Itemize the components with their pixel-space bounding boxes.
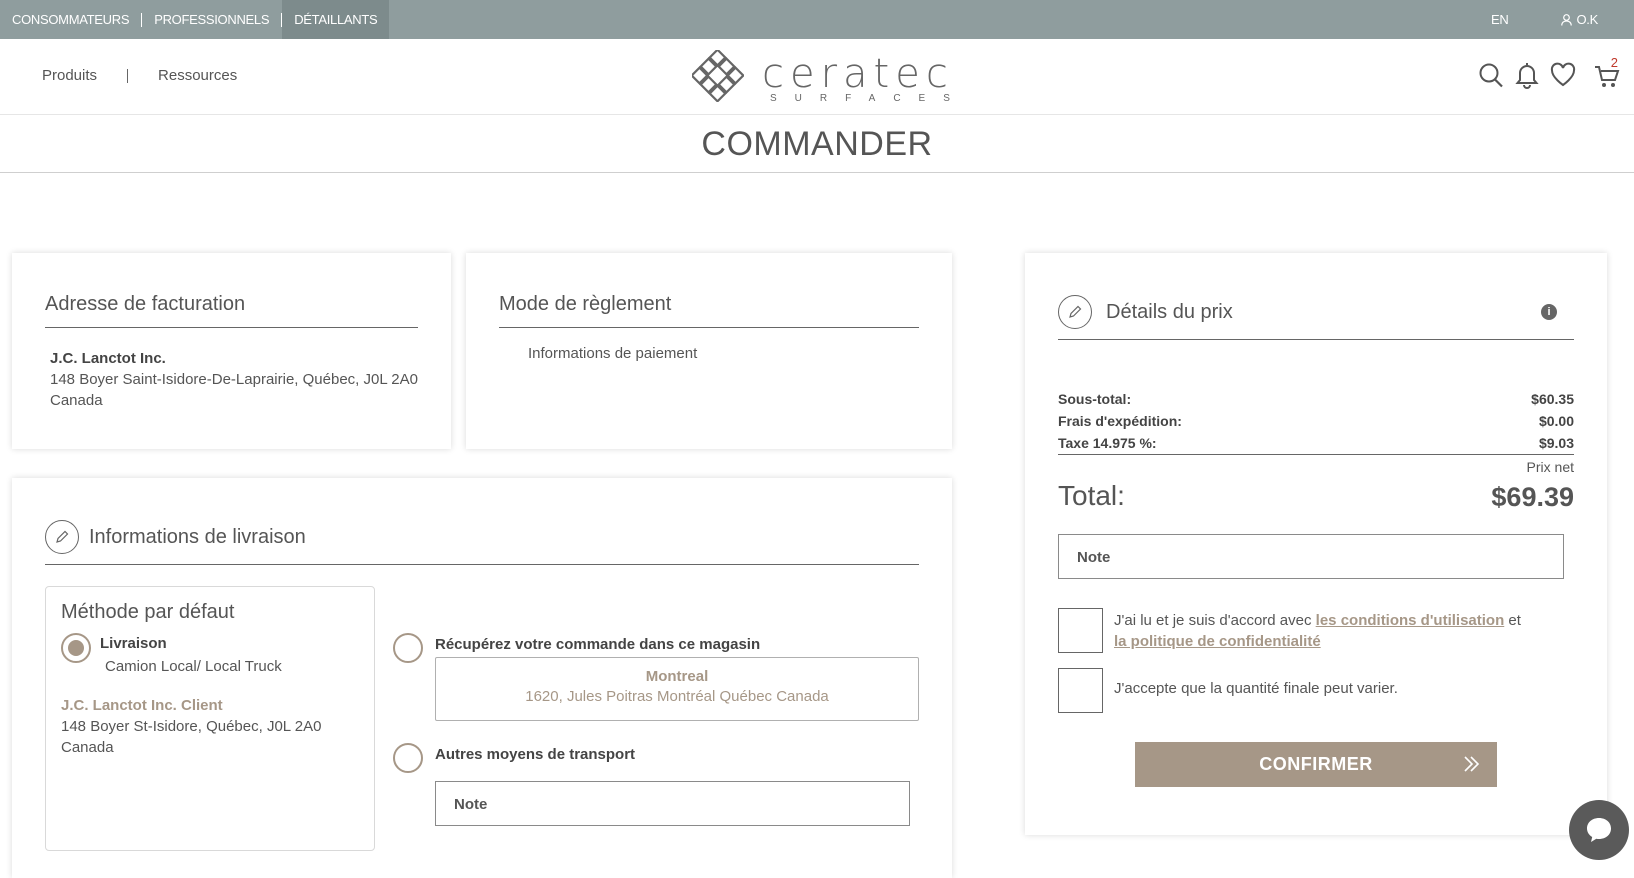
edit-shipping-button[interactable] [45, 520, 79, 554]
edit-price-button[interactable] [1058, 295, 1092, 329]
total-label: Total: [1058, 480, 1125, 511]
ceratec-logo[interactable]: ceratec SURFACES [692, 50, 952, 106]
price-row-shipping: Frais d'expédition: $0.00 [1058, 410, 1574, 432]
price-divider [1058, 339, 1574, 340]
cart-count-badge: 2 [1610, 55, 1618, 70]
logo-sub: SURFACES [770, 93, 968, 104]
confirm-button[interactable]: CONFIRMER [1135, 742, 1497, 787]
client-address: J.C. Lanctot Inc. Client 148 Boyer St-Is… [61, 695, 321, 758]
logo-word: ceratec [762, 51, 954, 97]
delivery-radio[interactable] [61, 633, 91, 663]
carrier-label: Camion Local/ Local Truck [105, 658, 282, 675]
page-title: COMMANDER [0, 115, 1634, 173]
shipping-divider [45, 564, 919, 565]
pickup-radio[interactable] [393, 633, 423, 663]
shipping-info-card: Informations de livraison Méthode par dé… [12, 478, 952, 878]
billing-name: J.C. Lanctot Inc. [50, 350, 166, 367]
double-chevron-right-icon [1464, 756, 1480, 772]
confirm-label: CONFIRMER [1259, 754, 1373, 774]
other-transport-label: Autres moyens de transport [435, 746, 636, 763]
chat-bubble-icon [1587, 818, 1611, 842]
pencil-icon [56, 530, 69, 543]
tab-consommateurs[interactable]: CONSOMMATEURS [0, 0, 141, 39]
terms-text: J'ai lu et je suis d'accord avec les con… [1114, 610, 1564, 652]
payment-divider [499, 327, 919, 328]
shipping-header: Informations de livraison [45, 520, 306, 554]
quantity-checkbox[interactable] [1058, 668, 1103, 713]
price-title: Détails du prix [1106, 300, 1233, 323]
main-nav: Produits Ressources [42, 67, 237, 84]
nav-produits[interactable]: Produits [42, 67, 97, 84]
price-row-value: $60.35 [1531, 391, 1574, 407]
default-method-box: Méthode par défaut Livraison Camion Loca… [45, 586, 375, 851]
other-transport-radio[interactable] [393, 743, 423, 773]
price-lines: Sous-total: $60.35 Frais d'expédition: $… [1058, 388, 1574, 455]
search-icon[interactable] [1478, 61, 1504, 89]
price-row-subtotal: Sous-total: $60.35 [1058, 388, 1574, 410]
shipping-note-input[interactable]: Note [435, 781, 910, 826]
price-row-label: Taxe 14.975 %: [1058, 435, 1157, 451]
nav-divider [127, 68, 129, 83]
logo-mark-icon [692, 50, 744, 102]
nav-ressources[interactable]: Ressources [158, 67, 237, 84]
terms-prefix: J'ai lu et je suis d'accord avec [1114, 612, 1316, 629]
payment-method-card: Mode de règlement Informations de paieme… [466, 253, 952, 449]
terms-link[interactable]: les conditions d'utilisation [1316, 612, 1505, 629]
quantity-text: J'accepte que la quantité finale peut va… [1114, 680, 1398, 697]
payment-title: Mode de règlement [499, 293, 672, 315]
default-method-title: Méthode par défaut [61, 601, 235, 623]
user-icon [1560, 13, 1572, 26]
language-switch[interactable]: EN [1491, 12, 1509, 27]
billing-address: J.C. Lanctot Inc. 148 Boyer Saint-Isidor… [50, 348, 418, 411]
store-box[interactable]: Montreal 1620, Jules Poitras Montréal Qu… [435, 657, 919, 721]
heart-icon[interactable] [1550, 61, 1576, 89]
pencil-icon [1069, 305, 1082, 318]
billing-line1: 148 Boyer Saint-Isidore-De-Laprairie, Qu… [50, 371, 418, 388]
store-address: 1620, Jules Poitras Montréal Québec Cana… [525, 688, 829, 705]
billing-line2: Canada [50, 392, 103, 409]
client-name: J.C. Lanctot Inc. Client [61, 697, 223, 714]
prix-net-label: Prix net [1526, 459, 1574, 475]
privacy-link[interactable]: la politique de confidentialité [1114, 633, 1321, 650]
user-name: O.K [1576, 12, 1599, 27]
tab-professionnels[interactable]: PROFESSIONNELS [142, 0, 281, 39]
order-note-input[interactable]: Note [1058, 534, 1564, 579]
price-row-value: $0.00 [1538, 413, 1574, 429]
billing-address-card: Adresse de facturation J.C. Lanctot Inc.… [12, 253, 451, 449]
tab-detaillants[interactable]: DÉTAILLANTS [282, 0, 390, 39]
info-icon[interactable]: i [1541, 304, 1557, 320]
store-name: Montreal [645, 668, 709, 685]
user-menu[interactable]: O.K [1560, 12, 1599, 27]
payment-info: Informations de paiement [528, 345, 698, 362]
price-row-label: Frais d'expédition: [1058, 413, 1182, 429]
main-header: Produits Ressources ceratec SURFACES 2 [0, 39, 1634, 115]
price-row-value: $9.03 [1538, 435, 1574, 451]
client-line1: 148 Boyer St-Isidore, Québec, J0L 2A0 [61, 718, 322, 735]
terms-mid: et [1504, 612, 1521, 629]
top-bar: CONSOMMATEURS PROFESSIONNELS DÉTAILLANTS… [0, 0, 1634, 39]
total-value: $69.39 [1491, 482, 1574, 512]
billing-title: Adresse de facturation [45, 293, 246, 315]
client-line2: Canada [61, 739, 114, 756]
price-details-card: Détails du prix i Sous-total: $60.35 Fra… [1025, 253, 1607, 835]
terms-checkbox[interactable] [1058, 608, 1103, 653]
delivery-label: Livraison [100, 635, 167, 652]
shipping-title: Informations de livraison [89, 525, 306, 548]
price-header: Détails du prix [1058, 295, 1233, 329]
cart-icon[interactable]: 2 [1594, 55, 1620, 89]
billing-divider [45, 327, 418, 328]
price-row-label: Sous-total: [1058, 391, 1132, 407]
chat-button[interactable] [1569, 800, 1629, 860]
pickup-label: Récupérez votre commande dans ce magasin [435, 636, 761, 653]
price-row-tax: Taxe 14.975 %: $9.03 [1058, 432, 1574, 455]
header-icons: 2 [1478, 55, 1620, 89]
bell-icon[interactable] [1514, 61, 1540, 89]
